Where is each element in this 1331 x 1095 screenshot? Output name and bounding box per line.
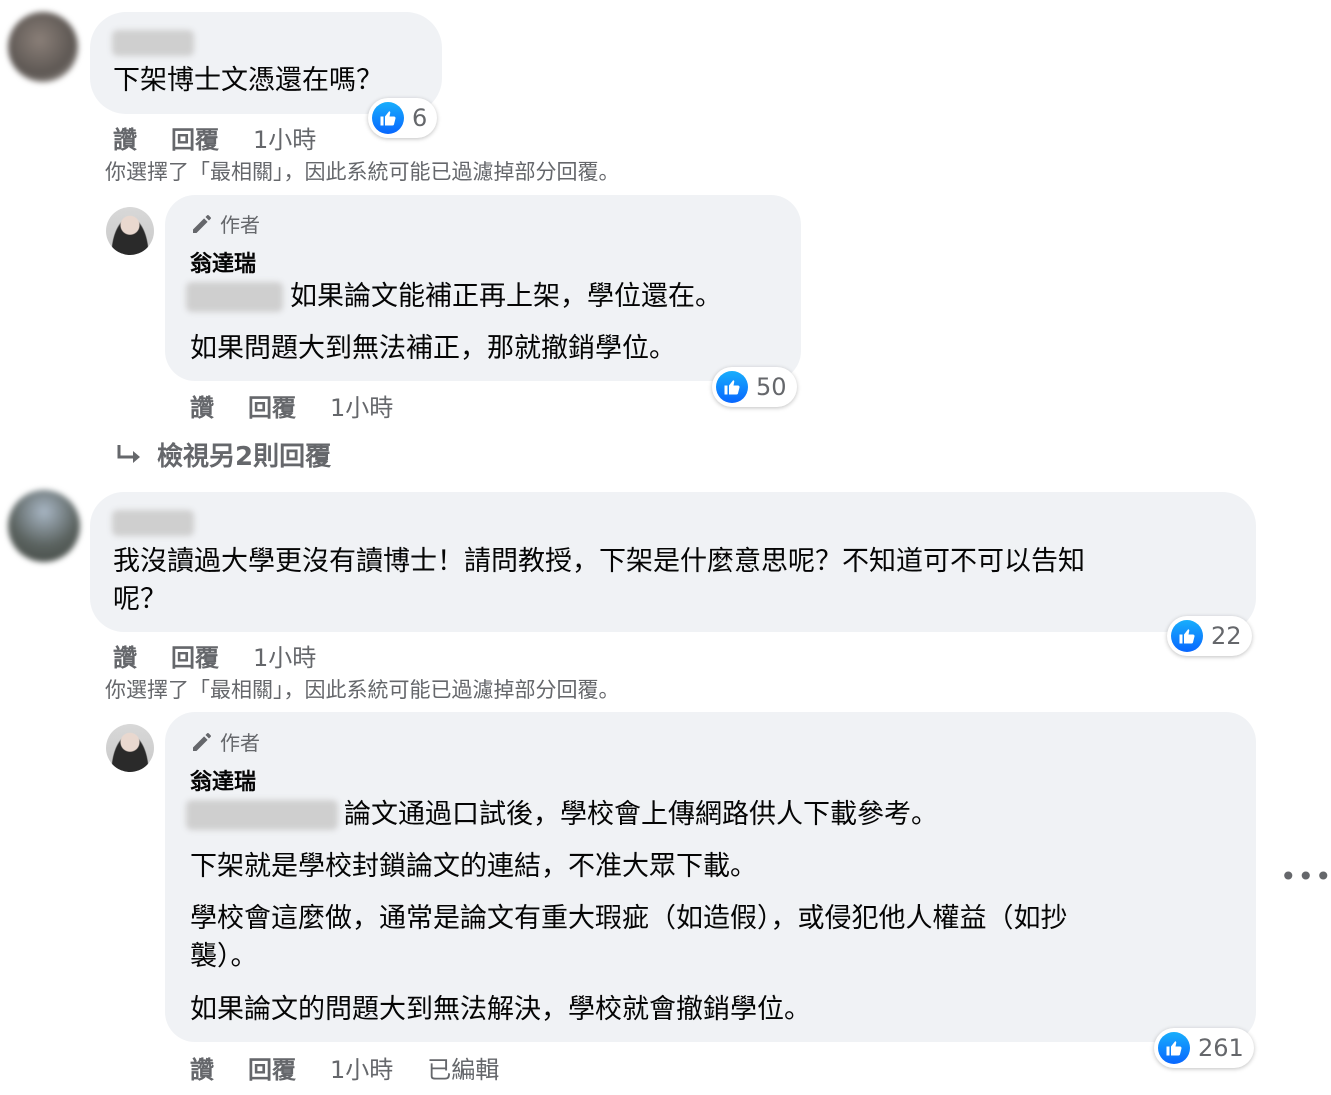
reaction-count[interactable]: 261 (1154, 1028, 1254, 1068)
timestamp[interactable]: 1小時 (330, 388, 393, 423)
view-more-replies[interactable]: 檢視另2則回覆 (115, 436, 331, 473)
reaction-count-label: 50 (756, 373, 787, 401)
reply-button[interactable]: 回覆 (248, 1050, 296, 1085)
comment-text-line: 呢？ (113, 584, 167, 615)
more-options-icon[interactable]: ••• (1280, 860, 1331, 893)
pencil-icon (193, 732, 211, 751)
reply-actions: 讚 回覆 1小時 已編輯 (190, 1050, 533, 1085)
commenter-avatar[interactable] (8, 490, 80, 562)
reply-text-line: 如果論文的問題大到無法解決，學校就會撤銷學位。 (190, 994, 811, 1025)
like-button[interactable]: 讚 (190, 1050, 214, 1085)
edited-label[interactable]: 已編輯 (427, 1050, 499, 1085)
author-badge: 作者 (190, 209, 260, 238)
thumbs-up-icon (716, 371, 748, 403)
reply-text-line: 論文通過口試後，學校會上傳網路供人下載參考。 (344, 799, 938, 830)
author-badge: 作者 (190, 727, 260, 756)
author-name[interactable]: 翁達瑞 (190, 246, 256, 278)
mentioned-user[interactable] (186, 282, 283, 312)
timestamp[interactable]: 1小時 (330, 1050, 393, 1085)
comment-text: 下架博士文憑還在嗎？ (113, 65, 383, 96)
reply-text-line: 學校會這麼做，通常是論文有重大瑕疵（如造假），或侵犯他人權益（如抄 (190, 903, 1068, 934)
reaction-count-label: 6 (412, 104, 428, 132)
like-button[interactable]: 讚 (113, 638, 137, 673)
pencil-icon (193, 214, 211, 233)
thumbs-up-icon (1171, 620, 1203, 652)
comment-actions: 讚 回覆 1小時 (113, 638, 350, 673)
comment-text-line: 我沒讀過大學更沒有讀博士！請問教授，下架是什麼意思呢？不知道可不可以告知 (113, 546, 1085, 577)
author-avatar[interactable] (106, 207, 154, 255)
reaction-count-label: 261 (1198, 1034, 1244, 1062)
reply-text-line: 襲）。 (190, 941, 258, 972)
author-badge-label: 作者 (220, 213, 260, 237)
reply-button[interactable]: 回覆 (171, 120, 219, 155)
view-more-label[interactable]: 檢視另2則回覆 (157, 436, 331, 473)
comment-actions: 讚 回覆 1小時 (113, 120, 350, 155)
commenter-name[interactable] (112, 510, 194, 536)
reaction-count[interactable]: 22 (1167, 616, 1252, 656)
reaction-count[interactable]: 50 (712, 367, 797, 407)
filter-note: 你選擇了「最相關」，因此系統可能已過濾掉部分回覆。 (105, 160, 620, 184)
reply-text-line: 如果論文能補正再上架，學位還在。 (290, 281, 722, 312)
mentioned-user[interactable] (186, 800, 338, 830)
timestamp[interactable]: 1小時 (253, 120, 316, 155)
like-button[interactable]: 讚 (190, 388, 214, 423)
commenter-avatar[interactable] (8, 12, 78, 82)
reply-actions: 讚 回覆 1小時 (190, 388, 427, 423)
reply-button[interactable]: 回覆 (171, 638, 219, 673)
reply-text-line: 下架就是學校封鎖論文的連結，不准大眾下載。 (190, 851, 757, 882)
reaction-count-label: 22 (1211, 622, 1242, 650)
author-avatar[interactable] (106, 724, 154, 772)
commenter-name[interactable] (112, 30, 194, 56)
reply-button[interactable]: 回覆 (248, 388, 296, 423)
thumbs-up-icon (1158, 1032, 1190, 1064)
reply-arrow-icon (117, 444, 140, 463)
timestamp[interactable]: 1小時 (253, 638, 316, 673)
like-button[interactable]: 讚 (113, 120, 137, 155)
reply-text-line: 如果問題大到無法補正，那就撤銷學位。 (190, 333, 676, 364)
thumbs-up-icon (372, 102, 404, 134)
author-name[interactable]: 翁達瑞 (190, 764, 256, 796)
filter-note: 你選擇了「最相關」，因此系統可能已過濾掉部分回覆。 (105, 678, 620, 702)
reaction-count[interactable]: 6 (368, 98, 438, 138)
author-badge-label: 作者 (220, 731, 260, 755)
